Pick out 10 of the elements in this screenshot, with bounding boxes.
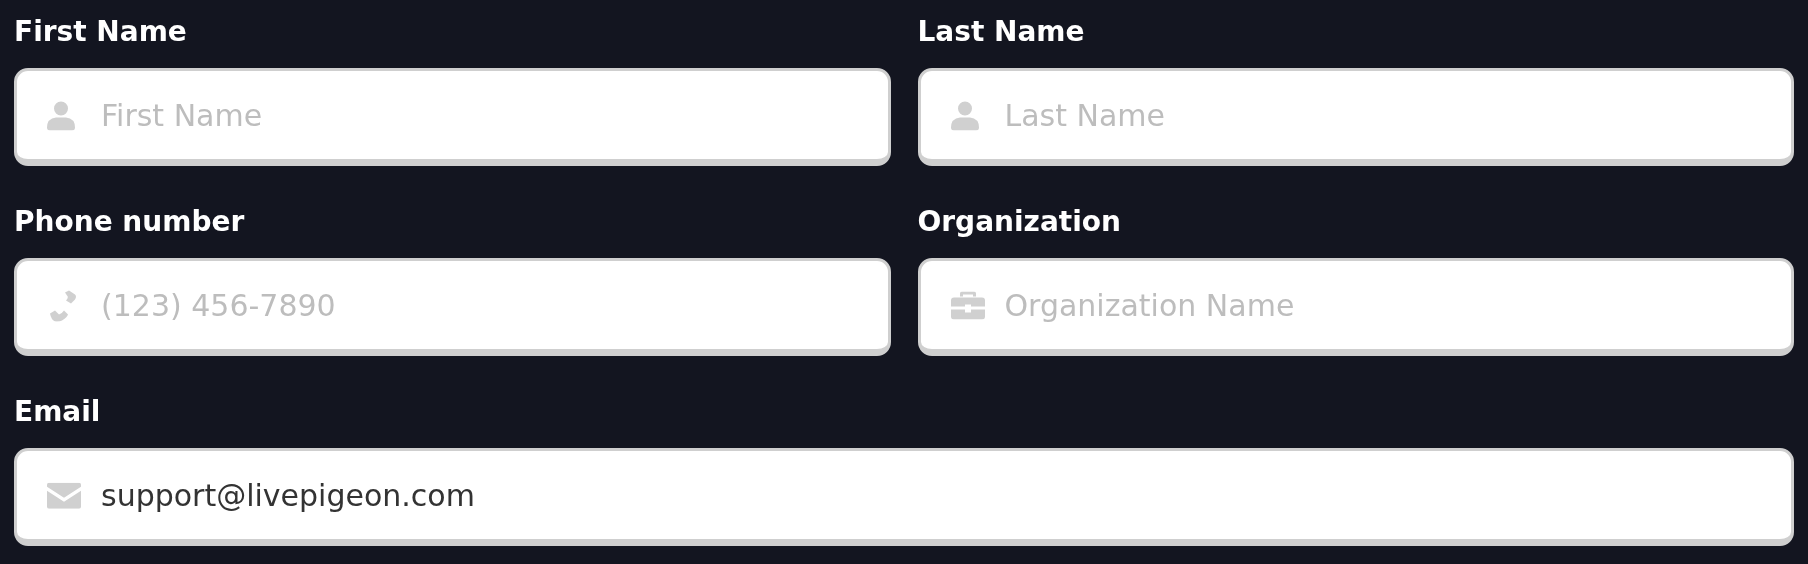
field-label: Last Name (917, 14, 1085, 50)
input-field[interactable]: (123) 456-7890 (14, 258, 891, 356)
input-field[interactable]: Organization Name (917, 258, 1794, 356)
input-field[interactable]: First Name (14, 68, 891, 166)
field-label: First Name (14, 14, 187, 50)
email-field[interactable]: support@livepigeon.com (14, 448, 1794, 546)
field-label: Organization (917, 204, 1121, 240)
field-label: Phone number (14, 204, 245, 240)
input-field[interactable]: Last Name (917, 68, 1794, 166)
field-label: Email (14, 394, 101, 430)
